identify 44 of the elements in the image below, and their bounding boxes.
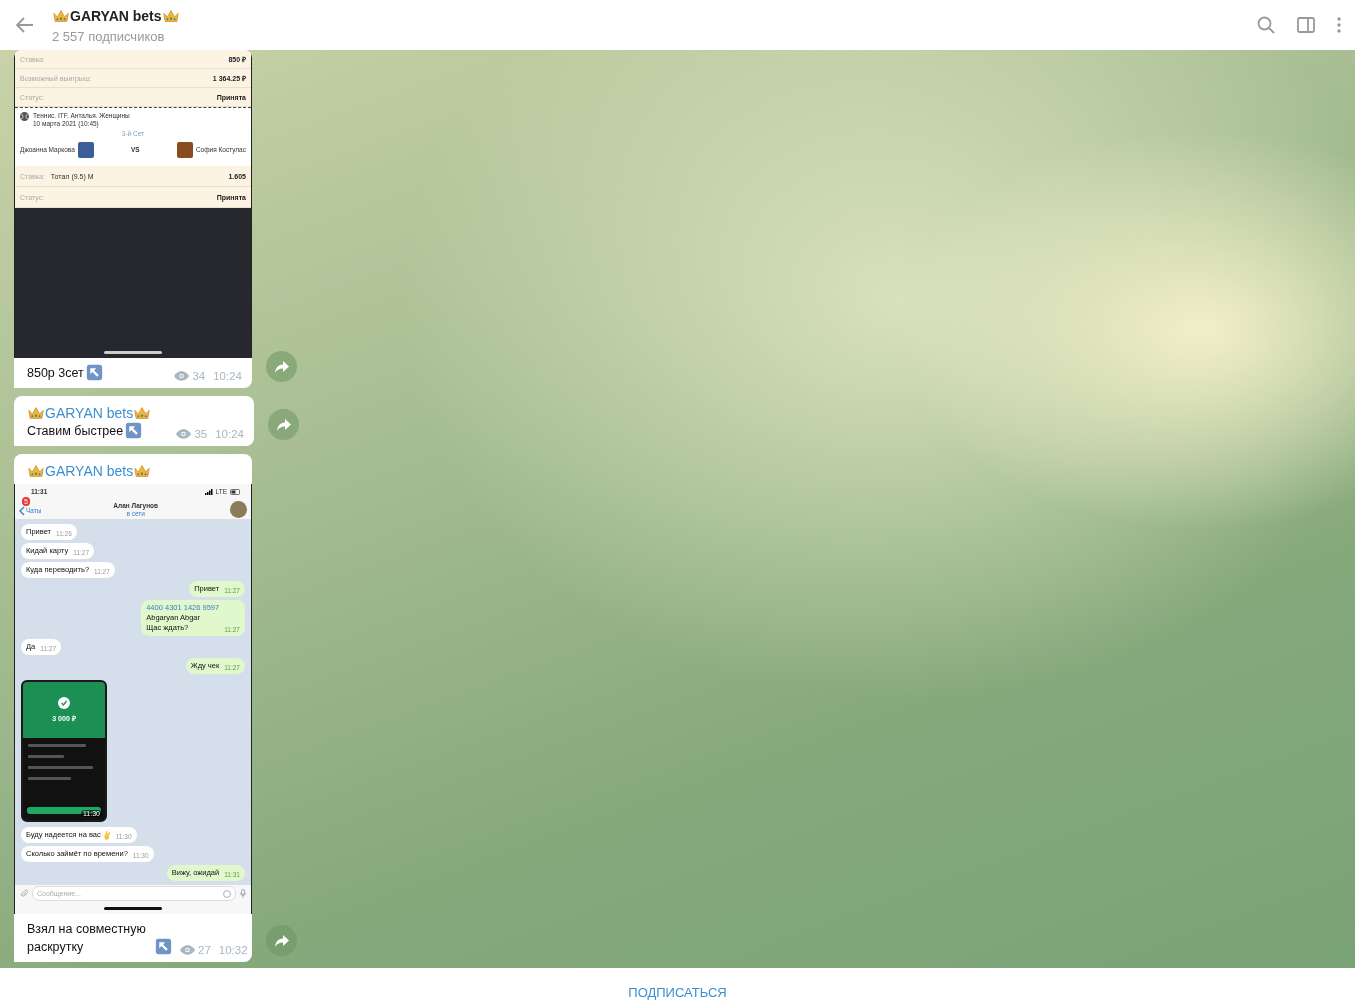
message-caption: 850р 3сет [27,365,84,382]
message-caption: Взял на совместную раскрутку [27,921,147,956]
crown-icon [133,404,152,422]
view-count: 27 [198,944,211,956]
player-avatar [77,142,94,158]
author-name: GARYAN bets [45,463,134,479]
forward-arrow-icon [274,934,289,947]
message-time: 10:24 [215,428,244,440]
eye-icon [174,371,190,381]
paperclip-icon [20,889,28,899]
message-text: Ставим быстрее [27,423,124,440]
back-arrow-icon[interactable] [16,17,34,33]
signal-icon [204,489,213,495]
checkmark-icon [58,697,70,710]
home-indicator [104,906,162,910]
view-count: 35 [194,428,208,440]
subscriber-count: 2 557 подписчиков [52,28,166,44]
microphone-icon [240,889,246,899]
search-icon[interactable] [1257,16,1275,34]
forward-button[interactable] [266,925,297,956]
crown-icon [27,404,45,422]
channel-title: GARYAN bets [70,7,162,24]
forward-button[interactable] [266,351,297,382]
sticker-icon [223,889,231,898]
author-name: GARYAN bets [45,405,134,421]
home-indicator [104,351,162,354]
message-time: 10:32 [218,944,248,956]
sidebar-icon[interactable] [1297,17,1315,33]
eye-icon [176,429,192,439]
player-avatar [176,142,193,158]
forward-arrow-icon [276,418,291,431]
battery-icon [230,489,241,495]
forward-button[interactable] [268,409,299,440]
view-count: 34 [192,370,206,382]
back-chevron-icon [19,505,25,516]
forward-arrow-icon [274,360,289,373]
more-icon[interactable] [1337,17,1341,33]
crown-icon [133,462,152,480]
subscribe-button[interactable]: ПОДПИСАТЬСЯ [620,980,735,1004]
contact-avatar [230,501,247,519]
tennis-ball-icon [20,112,29,121]
eye-icon [180,945,195,955]
message-time: 10:24 [213,370,242,382]
crown-icon [27,462,45,480]
